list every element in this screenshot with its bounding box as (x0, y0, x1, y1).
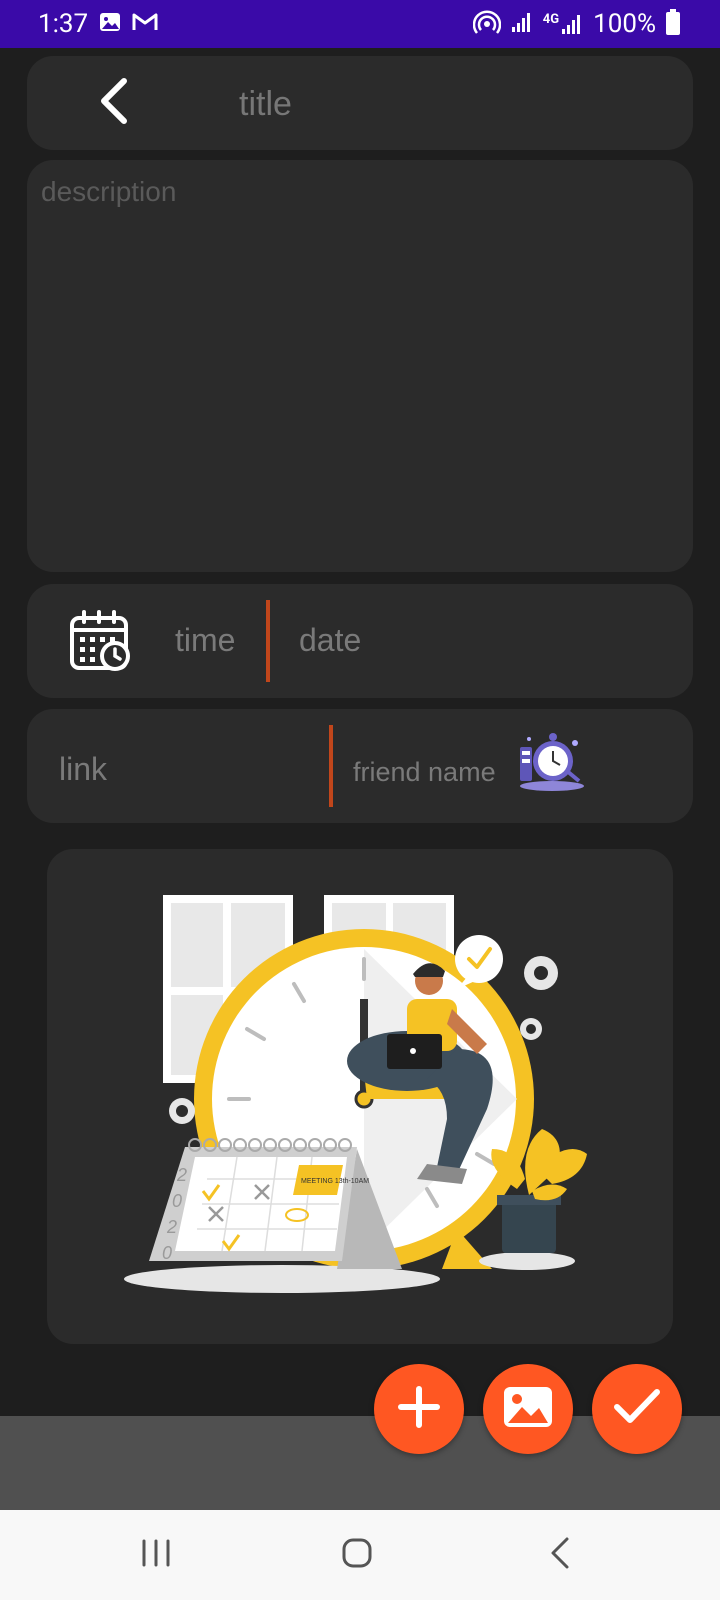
status-bar-left: 1:37 (38, 9, 158, 39)
image-notification-icon (98, 10, 122, 38)
friend-name-input[interactable]: friend name (353, 757, 496, 788)
home-icon (341, 1537, 373, 1573)
status-time: 1:37 (38, 9, 89, 39)
signal-4g-icon: 4G (543, 13, 583, 35)
link-input[interactable]: link (59, 751, 107, 788)
link-friend-card: link friend name (27, 709, 693, 823)
calendar-year-digit: 2 (166, 1217, 177, 1237)
plus-icon (397, 1385, 441, 1433)
check-icon (613, 1387, 661, 1431)
time-date-divider (266, 600, 270, 682)
alarm-clock-illustration-icon[interactable] (517, 731, 587, 793)
signal-icon (511, 11, 533, 37)
battery-icon (666, 9, 680, 39)
gmail-icon (132, 11, 158, 37)
description-input[interactable] (39, 174, 683, 558)
back-button[interactable] (89, 78, 139, 128)
image-icon (502, 1385, 554, 1433)
calendar-year-digit: 0 (172, 1191, 182, 1211)
time-date-card: time date (27, 584, 693, 698)
back-arrow-icon (96, 77, 132, 129)
status-bar-right: 4G 100% (472, 8, 680, 40)
nav-back-icon (548, 1536, 572, 1574)
attached-image-card[interactable]: MEETING 13th-10AM 2 0 2 0 (47, 849, 673, 1344)
save-button[interactable] (592, 1364, 682, 1454)
calendar-clock-icon[interactable] (69, 610, 131, 672)
time-field[interactable]: time (175, 622, 235, 659)
description-card (27, 160, 693, 572)
nav-back-button[interactable] (530, 1535, 590, 1575)
add-button[interactable] (374, 1364, 464, 1454)
calendar-year-digit: 2 (176, 1165, 187, 1185)
hotspot-icon (472, 8, 502, 40)
status-bar: 1:37 4G 100% (0, 0, 720, 48)
time-management-illustration: MEETING 13th-10AM 2 0 2 0 (124, 895, 587, 1293)
title-card (27, 56, 693, 150)
network-type: 4G (542, 12, 560, 27)
calendar-year-digit: 0 (162, 1243, 172, 1263)
date-field[interactable]: date (299, 622, 361, 659)
recents-icon (139, 1538, 173, 1572)
link-friend-divider (329, 725, 333, 807)
recents-button[interactable] (126, 1535, 186, 1575)
battery-percent: 100% (593, 9, 656, 39)
calendar-note-text: MEETING 13th-10AM (301, 1178, 369, 1185)
add-image-button[interactable] (483, 1364, 573, 1454)
title-input[interactable] (237, 78, 541, 130)
system-nav-bar (0, 1510, 720, 1600)
home-button[interactable] (327, 1535, 387, 1575)
